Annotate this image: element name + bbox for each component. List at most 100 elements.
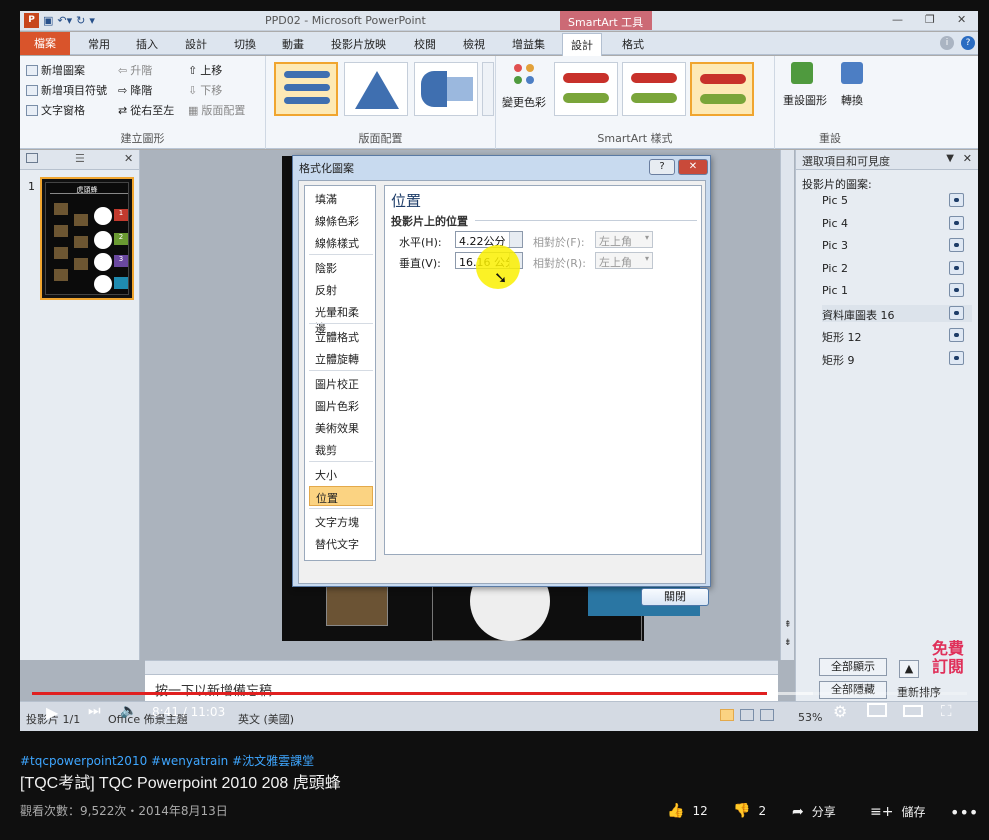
nav-3d-format[interactable]: 立體格式 [309,326,373,346]
spinner-arrows-icon[interactable] [509,232,522,247]
nav-position[interactable]: 位置 [309,486,373,506]
hornet-picture[interactable] [326,586,388,626]
layout-gallery-scroll[interactable] [482,62,494,116]
tab-insert[interactable]: 插入 [136,36,158,52]
dialog-help-button[interactable]: ? [649,159,675,175]
nav-alt-text[interactable]: 替代文字 [309,533,373,553]
style-option-3[interactable] [690,62,754,116]
visibility-eye-icon[interactable] [949,306,964,320]
change-colors-icon[interactable] [510,62,540,88]
visibility-eye-icon[interactable] [949,238,964,252]
visibility-eye-icon[interactable] [949,216,964,230]
horizontal-position-input[interactable]: 4.22公分 [455,231,523,248]
horizontal-scrollbar[interactable] [145,660,778,674]
selection-item[interactable]: Pic 3 [822,237,972,254]
notes-pane[interactable]: 按一下以新增備忘稿 [145,674,778,702]
play-icon[interactable]: ▶ [46,703,58,722]
change-colors-button[interactable]: 變更色彩 [502,94,546,110]
nav-picture-corrections[interactable]: 圖片校正 [309,373,373,393]
relative-h-select[interactable]: 左上角 ▾ [595,231,653,248]
progress-bar[interactable] [32,692,967,695]
nav-glow[interactable]: 光暈和柔邊 [309,301,373,335]
style-option-2[interactable] [622,62,686,116]
next-slide-icon[interactable]: ⇟ [784,638,792,648]
move-up-button[interactable]: ⇧ 上移 [188,62,222,78]
next-video-icon[interactable]: ⏭ [88,703,101,719]
slide-sorter-icon[interactable] [740,709,754,721]
like-button[interactable]: 👍 12 [667,803,708,819]
video-hashtags[interactable]: #tqcpowerpoint2010 #wenyatrain #沈文雅雲課堂 [20,752,314,769]
tab-design[interactable]: 設計 [185,36,207,52]
nav-size[interactable]: 大小 [309,464,373,484]
selection-item[interactable]: Pic 2 [822,260,972,277]
nav-3d-rotation[interactable]: 立體旋轉 [309,348,373,368]
selection-item[interactable]: 矩形 12 [822,327,972,344]
close-icon[interactable]: ✕ [957,13,966,26]
normal-view-icon[interactable] [720,709,734,721]
minimize-icon[interactable]: — [892,13,903,26]
fullscreen-icon[interactable]: ⛶ [941,702,952,720]
tab-slideshow[interactable]: 投影片放映 [331,36,386,52]
tab-view[interactable]: 檢視 [463,36,485,52]
tab-animations[interactable]: 動畫 [282,36,304,52]
tab-smartart-design[interactable]: 設計 [562,33,602,56]
demote-button[interactable]: ⇨ 降階 [118,82,152,98]
nav-text-box[interactable]: 文字方塊 [309,511,373,531]
volume-icon[interactable]: 🔈 [120,703,137,719]
layout-option-1[interactable] [274,62,338,116]
hide-all-button[interactable]: 全部隱藏 [819,681,887,699]
nav-line-style[interactable]: 線條樣式 [309,232,373,252]
info-icon[interactable]: i [940,36,954,50]
bring-forward-icon[interactable]: ▲ [899,660,919,678]
nav-artistic-effects[interactable]: 美術效果 [309,417,373,437]
slides-tab-icon[interactable] [26,153,38,163]
share-button[interactable]: ➦ 分享 [792,803,836,820]
promote-button[interactable]: ⇦ 升階 [118,62,152,78]
visibility-eye-icon[interactable] [949,283,964,297]
close-pane-icon[interactable]: ✕ [124,152,133,165]
close-pane-icon[interactable]: ✕ [963,152,972,165]
vertical-scrollbar[interactable]: ⇞ ⇟ [780,150,794,660]
visibility-eye-icon[interactable] [949,328,964,342]
visibility-eye-icon[interactable] [949,193,964,207]
customize-icon[interactable]: ▾ [89,14,95,27]
pane-menu-icon[interactable]: ▼ [946,153,954,164]
selection-item[interactable]: Pic 4 [822,215,972,232]
tab-file[interactable]: 檔案 [20,32,70,55]
slide-thumbnail[interactable]: 虎頭蜂 1 2 3 [40,177,134,300]
relative-v-select[interactable]: 左上角 ▾ [595,252,653,269]
dislike-button[interactable]: 👎 2 [733,803,766,819]
nav-crop[interactable]: 裁剪 [309,439,373,459]
save-icon[interactable]: ▣ [43,14,53,27]
nav-fill[interactable]: 填滿 [309,188,373,208]
visibility-eye-icon[interactable] [949,351,964,365]
tab-review[interactable]: 校閱 [414,36,436,52]
dialog-close-button[interactable]: 關閉 [641,588,709,606]
outline-tab-icon[interactable]: ☰ [75,152,85,165]
tab-home[interactable]: 常用 [88,36,110,52]
move-down-button[interactable]: ⇩ 下移 [188,82,222,98]
reading-view-icon[interactable] [760,709,774,721]
subscribe-watermark[interactable]: 免費訂閱 [928,640,968,676]
redo-icon[interactable]: ↻ [76,14,85,27]
nav-reflection[interactable]: 反射 [309,279,373,299]
miniplayer-icon[interactable] [867,703,887,717]
layout-option-3[interactable] [414,62,478,116]
style-option-1[interactable] [554,62,618,116]
show-all-button[interactable]: 全部顯示 [819,658,887,676]
nav-shadow[interactable]: 陰影 [309,257,373,277]
help-icon[interactable]: ? [961,36,975,50]
convert-icon[interactable] [841,62,863,84]
layout-button[interactable]: ▦ 版面配置 [188,102,245,118]
settings-gear-icon[interactable]: ⚙ [833,702,847,721]
tab-smartart-format[interactable]: 格式 [622,36,644,52]
theater-mode-icon[interactable] [903,705,923,717]
selection-item[interactable]: 資料庫圖表 16 [822,305,972,322]
nav-line-color[interactable]: 線條色彩 [309,210,373,230]
dialog-close-x-button[interactable]: ✕ [678,159,708,175]
reset-graphic-icon[interactable] [791,62,813,84]
more-actions-icon[interactable]: ••• [950,803,978,822]
undo-icon[interactable]: ↶▾ [57,14,72,27]
reset-graphic-button[interactable]: 重設圖形 [783,92,827,108]
tab-transitions[interactable]: 切換 [234,36,256,52]
